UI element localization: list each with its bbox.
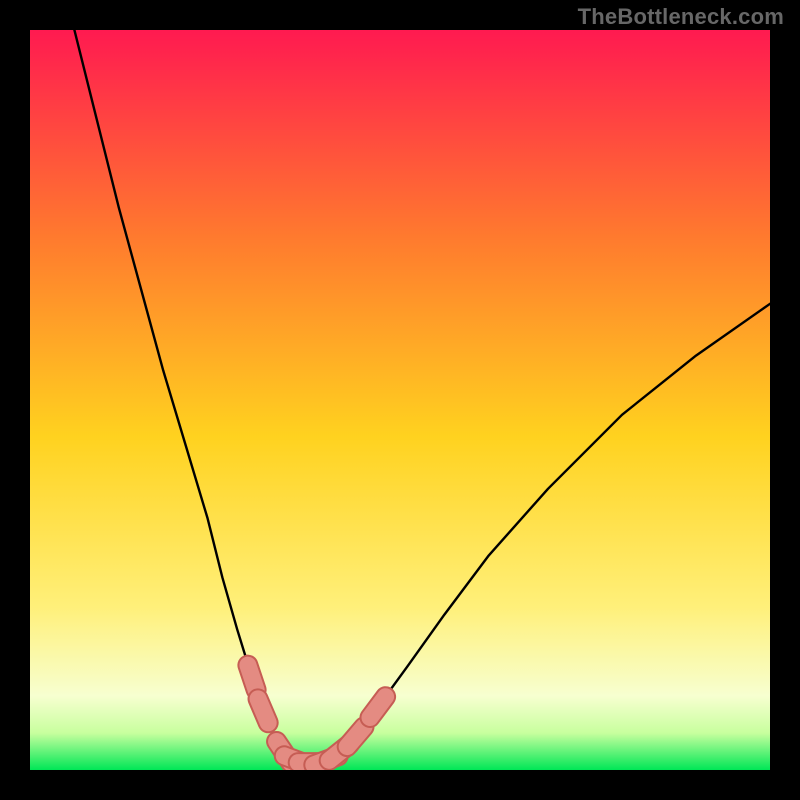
plot-area (30, 30, 770, 770)
chart-frame: TheBottleneck.com (0, 0, 800, 800)
bottleneck-curve-chart (30, 30, 770, 770)
watermark-text: TheBottleneck.com (578, 4, 784, 30)
valley-marker (258, 699, 268, 723)
valley-marker (248, 665, 256, 690)
gradient-background (30, 30, 770, 770)
